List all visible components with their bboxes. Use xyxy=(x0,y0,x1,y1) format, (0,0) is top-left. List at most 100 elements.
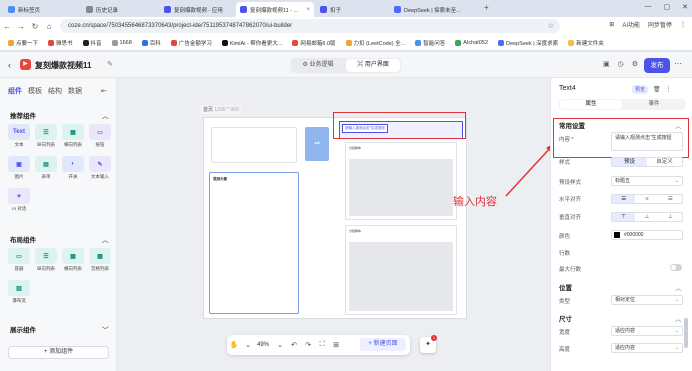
bookmark-item[interactable]: 雅思书 xyxy=(44,39,77,47)
url-field[interactable]: coze.cn/space/7503455646873370643/projec… xyxy=(60,19,560,33)
home-icon[interactable]: ⌂ xyxy=(42,22,56,31)
style-custom-option[interactable]: 自定义 xyxy=(647,158,682,166)
component-horizontal-list[interactable]: ▦ 横向列表 xyxy=(62,124,84,148)
tab-business-logic[interactable]: ⚙ 业务逻辑 xyxy=(291,58,345,73)
display-section-title[interactable]: 展示组件 ﹀ xyxy=(10,324,109,334)
size-section-title[interactable]: 尺寸 ︿ xyxy=(559,313,682,323)
bookmark-item[interactable]: KimiAi - 帮你看更大... xyxy=(218,39,287,47)
bookmark-item[interactable]: AIchat052 xyxy=(451,39,492,46)
more-icon[interactable]: ⋮ xyxy=(666,86,672,93)
align-top-icon[interactable]: ⊤ xyxy=(612,213,636,221)
new-page-button[interactable]: + 新建页面 xyxy=(360,338,406,351)
tab-events[interactable]: 事件 xyxy=(623,99,685,110)
style-preset-option[interactable]: 预设 xyxy=(612,158,647,166)
component-text-input[interactable]: ✎ 文本输入 xyxy=(89,156,111,180)
bookmark-item[interactable]: 力扣 (LeetCode) 全... xyxy=(342,39,410,47)
browser-tab-active[interactable]: 复刻爆款视频11 - ... × xyxy=(236,2,314,17)
align-middle-icon[interactable]: ⊥ xyxy=(635,213,658,221)
align-right-icon[interactable]: ☰ xyxy=(659,195,682,203)
tab-properties[interactable]: 属性 xyxy=(560,100,622,109)
component-horizontal-list[interactable]: ▦ 横向列表 xyxy=(62,248,84,272)
storyboard-card[interactable]: 分镜脚本 ····· xyxy=(345,142,457,220)
canvas-card[interactable]: ··· xyxy=(211,127,297,163)
tab-data[interactable]: 数据 xyxy=(68,86,82,96)
color-picker[interactable]: #000000 xyxy=(611,230,683,240)
menu-icon[interactable]: ⋮ xyxy=(680,21,686,28)
tab-user-interface[interactable]: ⌘ 用户界面 xyxy=(346,59,400,72)
browser-tab[interactable]: 历史记录 xyxy=(82,2,158,17)
bookmark-item[interactable]: DeepSeek | 深度求索 xyxy=(494,39,562,47)
grid-icon[interactable]: ⊞ xyxy=(329,341,343,349)
bookmark-item[interactable]: 智能问答 xyxy=(411,39,449,47)
preset-style-select[interactable]: 标题五 ⌄ xyxy=(611,176,683,186)
bookmark-item[interactable]: 抖音 xyxy=(79,39,106,47)
align-left-icon[interactable]: ☰ xyxy=(612,195,636,203)
browser-tab[interactable]: 新标签页 xyxy=(4,2,70,17)
canvas-button[interactable]: ⇒ xyxy=(305,127,329,161)
settings-icon[interactable]: ⚙ xyxy=(632,60,638,68)
component-image[interactable]: ▣ 图片 xyxy=(8,156,30,180)
maximize-icon[interactable]: ▢ xyxy=(664,3,671,11)
recommended-section-title[interactable]: 推荐组件 ︿ xyxy=(10,110,109,120)
preview-icon[interactable]: ▣ xyxy=(603,60,610,68)
delete-icon[interactable]: 🗑 xyxy=(653,86,661,93)
collapse-panel-icon[interactable]: ⇤ xyxy=(101,87,107,95)
close-window-icon[interactable]: ✕ xyxy=(682,3,688,11)
layout-section-title[interactable]: 布局组件 ︿ xyxy=(10,234,109,244)
edit-icon[interactable]: ✎ xyxy=(107,60,113,68)
bookmark-item[interactable]: 点要一下 xyxy=(4,39,42,47)
undo-icon[interactable]: ↶ xyxy=(287,341,301,349)
history-icon[interactable]: ◷ xyxy=(618,60,624,68)
component-vertical-list[interactable]: ☰ 纵向列表 xyxy=(35,248,57,272)
align-bottom-icon[interactable]: ⊥ xyxy=(659,213,682,221)
forward-icon[interactable]: → xyxy=(14,22,28,31)
component-form[interactable]: ▤ 表单 xyxy=(35,156,57,180)
bookmark-item[interactable]: 百科 xyxy=(138,39,165,47)
component-vertical-list[interactable]: ☰ 纵向列表 xyxy=(35,124,57,148)
tab-templates[interactable]: 模板 xyxy=(28,86,42,96)
zoom-level[interactable]: 49% xyxy=(257,342,269,348)
component-ai-chat[interactable]: ✦ AI 对话 xyxy=(8,188,30,212)
browser-tab[interactable]: 复刻爆款视频 - 应用 xyxy=(160,2,234,17)
more-icon[interactable]: ⋯ xyxy=(674,59,682,68)
back-arrow-icon[interactable]: ‹ xyxy=(8,60,11,70)
hand-tool-icon[interactable]: ✋ xyxy=(227,341,241,349)
minimize-icon[interactable]: — xyxy=(645,3,652,11)
properties-scrollbar[interactable] xyxy=(684,318,688,348)
tab-structure[interactable]: 结构 xyxy=(48,86,62,96)
width-select[interactable]: 适应内容 ⌄ xyxy=(611,326,683,336)
star-icon[interactable]: ☆ xyxy=(548,22,554,30)
sync-status[interactable]: 同步暂停 xyxy=(648,20,672,29)
page-label[interactable]: 首页 1200 * 900 xyxy=(200,105,242,114)
chevron-down-icon[interactable]: ⌄ xyxy=(273,341,287,349)
extensions-icon[interactable]: ⊞ xyxy=(609,21,614,28)
position-section-title[interactable]: 位置 ︿ xyxy=(559,282,682,292)
back-icon[interactable]: ← xyxy=(0,22,14,31)
fit-screen-icon[interactable]: ⛶ xyxy=(315,341,329,349)
chevron-down-icon[interactable]: ⌄ xyxy=(241,341,255,349)
browser-tab[interactable]: 扣子 xyxy=(316,2,388,17)
preview-badge[interactable]: 预览 xyxy=(632,85,649,94)
bookmark-item[interactable]: 网易邮箱6.0版 xyxy=(288,39,339,47)
component-waterfall[interactable]: ▥ 瀑布流 xyxy=(8,280,30,304)
reload-icon[interactable]: ↻ xyxy=(28,22,42,31)
height-select[interactable]: 适应内容 ⌄ xyxy=(611,343,683,353)
bookmark-item[interactable]: 新建文件夹 xyxy=(564,39,608,47)
component-container[interactable]: ▭ 容器 xyxy=(8,248,30,272)
new-tab-icon[interactable]: + xyxy=(484,3,489,12)
add-component-button[interactable]: + 添加组件 xyxy=(8,346,109,359)
bookmark-item[interactable]: 广告金额学习 xyxy=(167,39,216,47)
canvas-container[interactable]: 观测大赛 xyxy=(209,172,299,314)
component-button[interactable]: ▭ 按钮 xyxy=(89,124,111,148)
ai-label[interactable]: AI功能 xyxy=(622,20,640,29)
tab-components[interactable]: 组件 xyxy=(8,86,22,96)
bookmark-item[interactable]: 1668 xyxy=(108,39,136,46)
component-text[interactable]: Text 文本 xyxy=(8,124,30,148)
redo-icon[interactable]: ↷ xyxy=(301,341,315,349)
component-grid-list[interactable]: ▦ 宫格列表 xyxy=(89,248,111,272)
storyboard-card[interactable]: 分镜脚本 ····· xyxy=(345,225,457,315)
browser-tab[interactable]: DeepSeek | 探索未至... xyxy=(390,2,480,17)
publish-button[interactable]: 发布 xyxy=(644,58,670,73)
component-switch[interactable]: ◐ 开关 xyxy=(62,156,84,180)
align-center-icon[interactable]: ≡ xyxy=(635,195,658,203)
